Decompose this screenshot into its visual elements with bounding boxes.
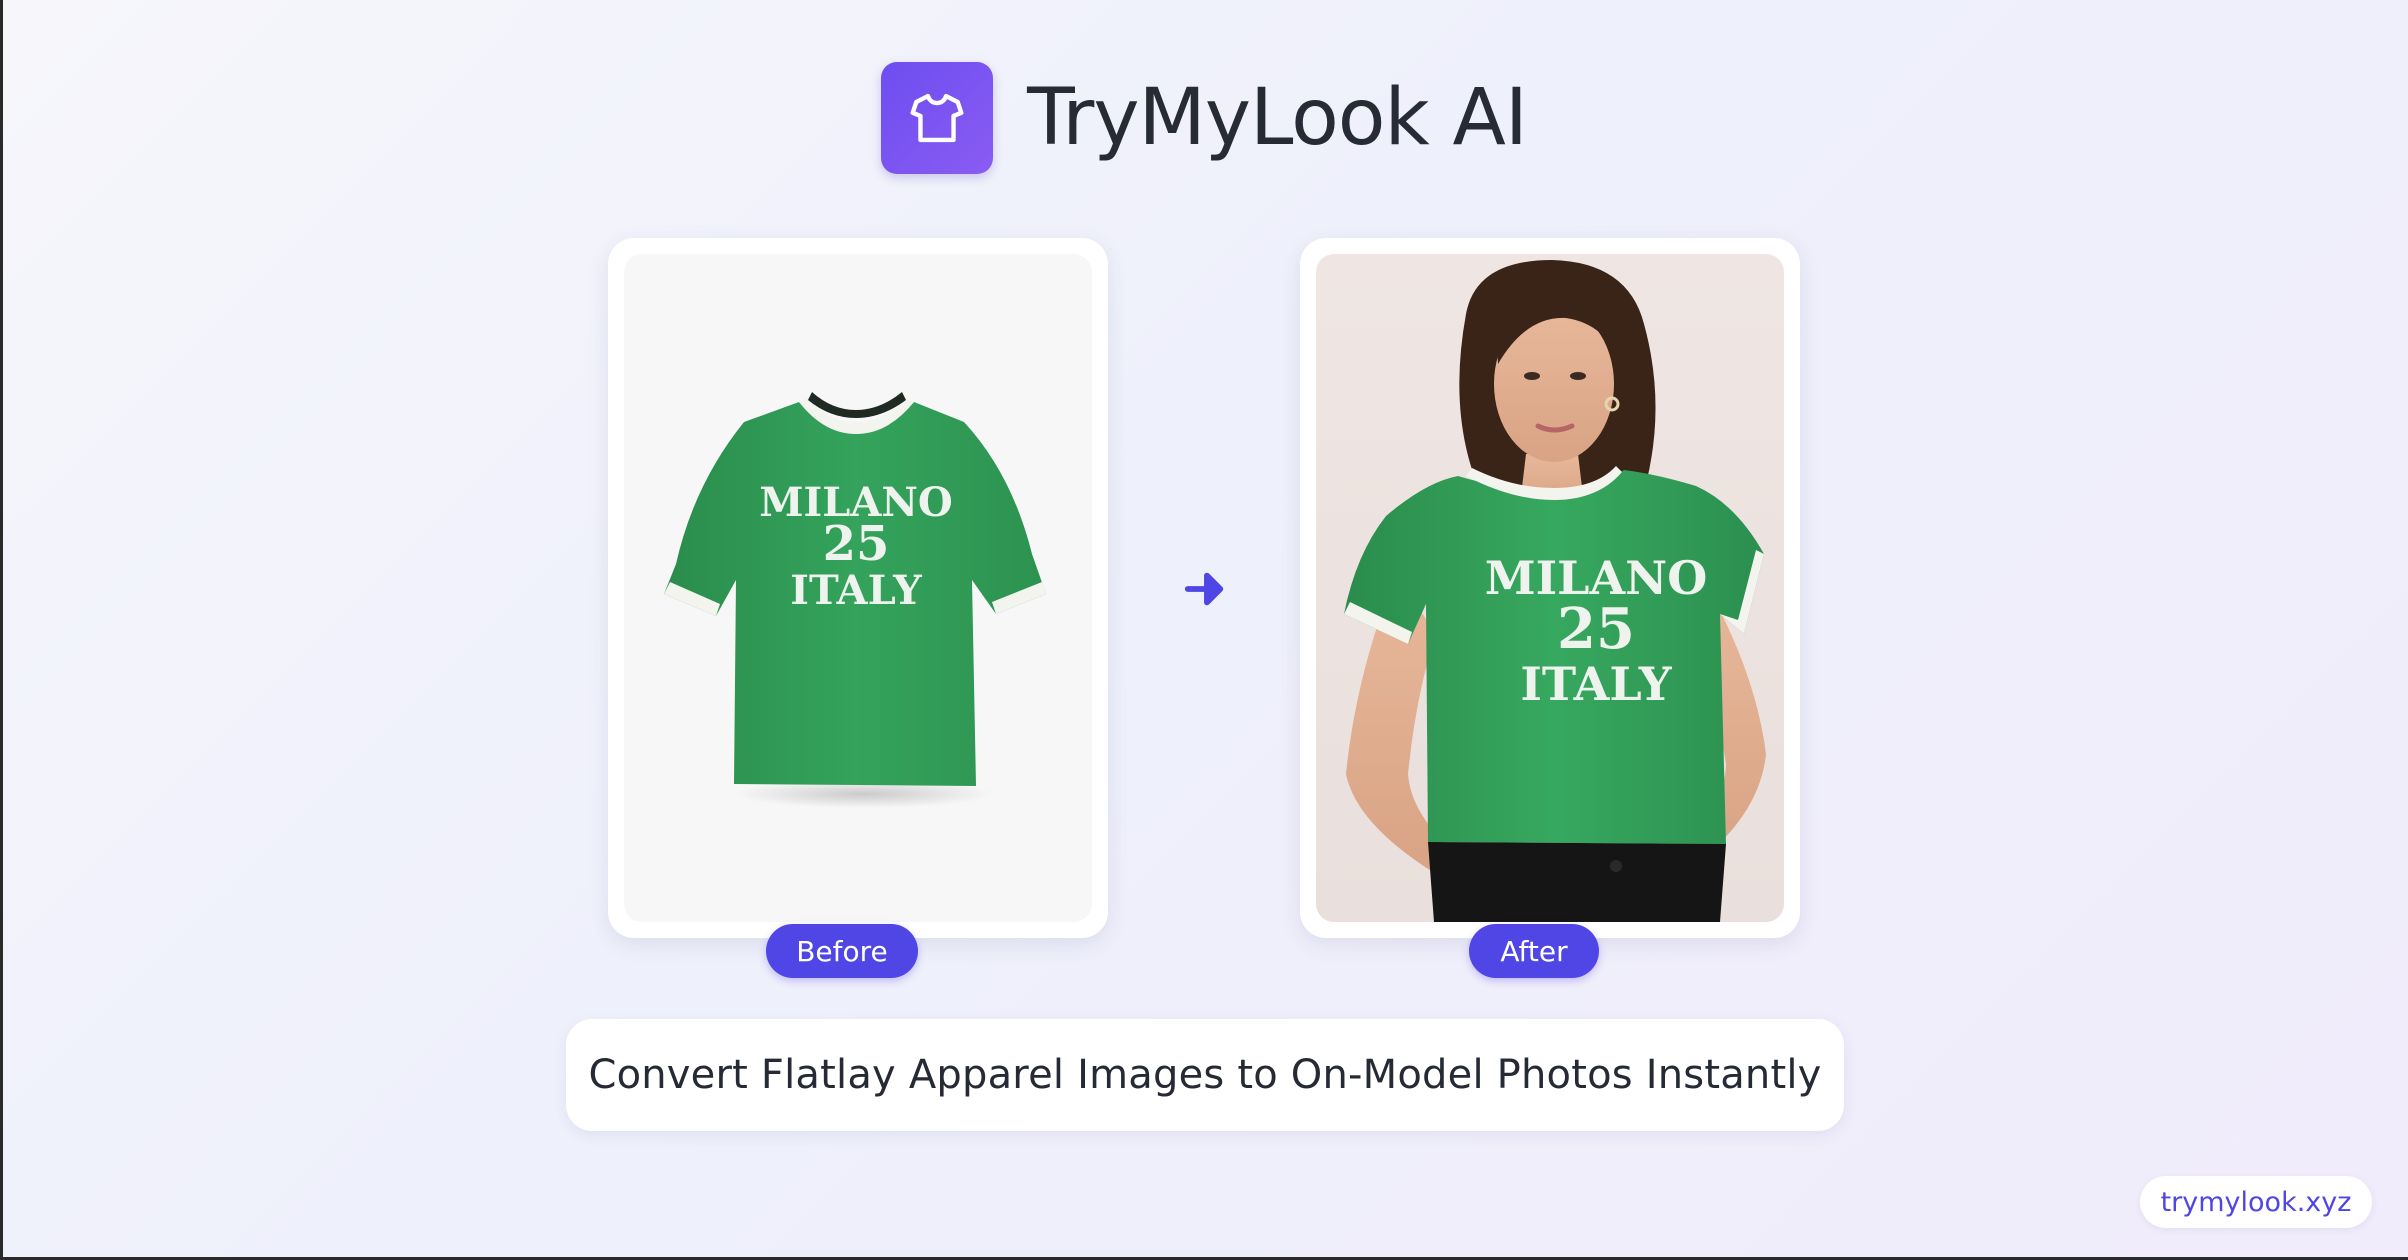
- app-title: TryMyLook AI: [1027, 73, 1528, 163]
- tagline-box: Convert Flatlay Apparel Images to On-Mod…: [566, 1019, 1844, 1131]
- after-card: MILANO 25 ITALY: [1300, 238, 1800, 938]
- header: TryMyLook AI: [0, 62, 2408, 174]
- flatlay-tshirt-image: MILANO 25 ITALY: [624, 254, 1092, 922]
- before-card: MILANO 25 ITALY: [608, 238, 1108, 938]
- tagline: Convert Flatlay Apparel Images to On-Mod…: [588, 1052, 1822, 1098]
- shirt-print-mid: 25: [823, 516, 890, 572]
- site-link[interactable]: trymylook.xyz: [2140, 1176, 2372, 1228]
- model-shirt-print-mid: 25: [1557, 596, 1635, 662]
- on-model-photo-image: MILANO 25 ITALY: [1316, 254, 1784, 922]
- model-shirt-print-bottom: ITALY: [1520, 657, 1672, 711]
- app-logo: [881, 62, 994, 174]
- shirt-print-bottom: ITALY: [790, 567, 922, 614]
- before-badge: Before: [766, 924, 918, 978]
- tshirt-icon: [910, 93, 964, 143]
- after-badge: After: [1469, 924, 1599, 978]
- arrow-right-icon: [1184, 572, 1224, 606]
